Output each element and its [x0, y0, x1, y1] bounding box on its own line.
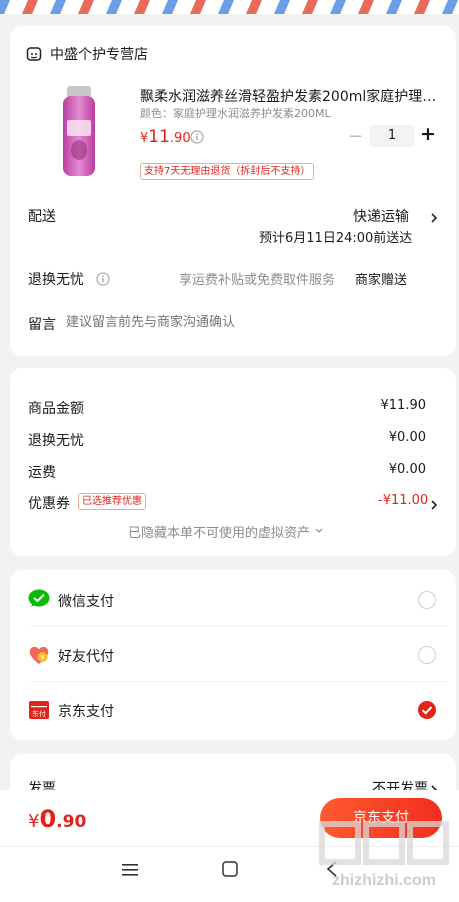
total-price: ¥ 0 .90 [28, 805, 86, 833]
payment-option-wechat[interactable]: 微信支付 [10, 570, 456, 626]
price-summary-card: 商品金额 ¥11.90 退换无忧 ¥0.00 运费 ¥0.00 优惠券 已选推荐优惠 -¥… [10, 368, 456, 556]
friend-pay-icon: ¥ [28, 644, 50, 670]
note-input[interactable] [66, 310, 426, 334]
order-card: 中盛个护专营店 飘柔水润滋养丝滑轻盈护发素200ml家庭护理… 颜色：家庭护理水… [10, 26, 456, 356]
worry-free-gift[interactable]: 商家赠送 [355, 269, 407, 288]
hidden-assets-text: 已隐藏本单不可使用的虚拟资产 [128, 526, 311, 541]
home-icon[interactable] [222, 861, 238, 881]
summary-row-label: 退换无忧 [28, 433, 84, 449]
jd-pay-icon: 东付 [28, 699, 50, 725]
watermark-text: zhizhizhi.com [332, 872, 436, 889]
price-symbol: ¥ [140, 131, 149, 146]
shop-name: 中盛个护专营店 [50, 47, 148, 63]
payment-option-jd[interactable]: 东付 京东支付 [10, 682, 456, 738]
worry-free-label: 退换无忧 [28, 272, 84, 288]
chevron-right-icon[interactable] [430, 209, 438, 228]
wechat-pay-icon [28, 589, 50, 613]
coupon-label: 优惠券 [28, 496, 70, 512]
total-symbol: ¥ [28, 811, 40, 832]
note-label: 留言 [28, 317, 56, 333]
check-icon [421, 706, 433, 715]
return-policy-tag: 支持7天无理由退货（拆封后不支持） [140, 163, 315, 180]
chevron-down-icon [314, 524, 324, 539]
info-icon[interactable] [96, 271, 110, 286]
payment-name: 京东支付 [58, 704, 114, 720]
quantity-minus-button[interactable]: − [348, 126, 363, 147]
payment-option-friend[interactable]: ¥ 好友代付 [10, 627, 456, 681]
delivery-eta: 预计6月11日24:00前送达 [259, 231, 413, 246]
quantity-input[interactable]: 1 [370, 125, 414, 147]
price-decimal: .90 [169, 131, 191, 146]
svg-text:东付: 东付 [32, 709, 46, 718]
payment-radio-selected[interactable] [418, 701, 436, 719]
menu-icon[interactable] [122, 862, 138, 881]
chevron-right-icon[interactable] [430, 496, 438, 515]
product-image[interactable] [54, 82, 104, 182]
worry-free-desc: 享运费补贴或免费取件服务 [179, 273, 336, 288]
product-price: ¥ 11 .90 [140, 127, 191, 147]
payment-card: 微信支付 ¥ 好友代付 东付 京东支付 [10, 570, 456, 740]
summary-row-label: 商品金额 [28, 401, 84, 417]
quantity-plus-button[interactable]: + [420, 123, 436, 145]
watermark-logo [316, 818, 452, 868]
summary-row-value: ¥11.90 [380, 398, 427, 413]
price-integer: 11 [148, 127, 170, 147]
coupon-tag: 已选推荐优惠 [78, 493, 146, 510]
payment-radio[interactable] [418, 646, 436, 664]
envelope-stripe [0, 0, 459, 14]
info-icon[interactable] [190, 129, 204, 144]
svg-text:¥: ¥ [41, 655, 45, 662]
summary-row-value: ¥0.00 [388, 462, 426, 477]
shop-header[interactable]: 中盛个护专营店 [26, 44, 148, 64]
delivery-label: 配送 [28, 209, 56, 225]
payment-name: 微信支付 [58, 594, 114, 610]
product-spec[interactable]: 颜色：家庭护理水润滋养护发素200ML [140, 105, 331, 121]
delivery-method[interactable]: 快递运输 [353, 206, 409, 226]
summary-row-label: 运费 [28, 465, 56, 481]
total-decimal: .90 [56, 812, 87, 832]
payment-radio[interactable] [418, 591, 436, 609]
product-title[interactable]: 飘柔水润滋养丝滑轻盈护发素200ml家庭护理… [140, 86, 440, 106]
hidden-assets-toggle[interactable]: 已隐藏本单不可使用的虚拟资产 [128, 522, 324, 541]
summary-row-value: ¥0.00 [388, 430, 426, 445]
total-integer: 0 [39, 805, 57, 833]
payment-name: 好友代付 [58, 649, 114, 665]
shop-icon [26, 46, 42, 62]
coupon-value[interactable]: -¥11.00 [378, 493, 428, 508]
